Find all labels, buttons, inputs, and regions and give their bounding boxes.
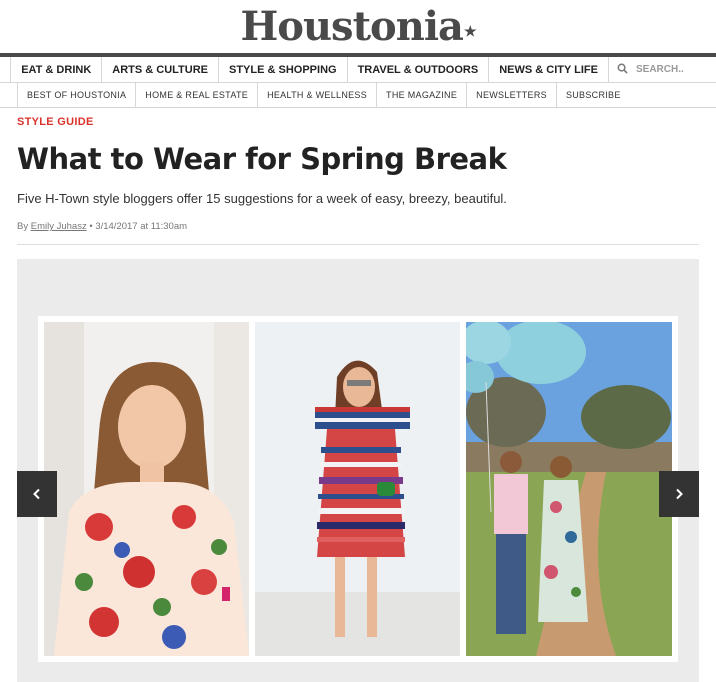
publish-date: 3/14/2017 at 11:30am	[95, 221, 188, 232]
gallery-photo-striped-dress	[255, 322, 460, 656]
nav-spacer	[0, 83, 18, 107]
nav-spacer	[0, 57, 12, 82]
site-logo[interactable]: Houstonia★	[241, 3, 477, 50]
article-kicker[interactable]: STYLE GUIDE	[17, 116, 94, 128]
nav-item-eat-drink[interactable]: EAT & DRINK	[11, 57, 103, 82]
nav-item-home-real-estate[interactable]: HOME & REAL ESTATE	[136, 83, 259, 107]
nav-item-the-magazine[interactable]: THE MAGAZINE	[377, 83, 468, 107]
nav-item-health-wellness[interactable]: HEALTH & WELLNESS	[258, 83, 378, 107]
texas-mark-icon: ★	[463, 24, 477, 40]
primary-nav: EAT & DRINK ARTS & CULTURE STYLE & SHOPP…	[0, 57, 716, 83]
article-byline: By Emily Juhasz • 3/14/2017 at 11:30am	[17, 221, 187, 232]
byline-divider	[17, 244, 699, 245]
nav-item-subscribe[interactable]: SUBSCRIBE	[557, 83, 630, 107]
author-link[interactable]: Emily Juhasz	[31, 221, 87, 232]
article-headline: What to Wear for Spring Break	[17, 142, 507, 176]
search-input[interactable]	[636, 64, 716, 75]
search-icon[interactable]	[617, 61, 628, 79]
gallery-next-button[interactable]	[659, 471, 699, 517]
secondary-nav: BEST OF HOUSTONIA HOME & REAL ESTATE HEA…	[0, 83, 716, 108]
gallery-slide	[38, 316, 678, 662]
gallery-prev-button[interactable]	[17, 471, 57, 517]
search-box[interactable]	[609, 57, 716, 82]
gallery-photo-floral-dress	[44, 322, 249, 656]
nav-item-news-city-life[interactable]: NEWS & CITY LIFE	[489, 57, 609, 82]
article-dek: Five H-Town style bloggers offer 15 sugg…	[17, 191, 507, 206]
byline-separator: •	[89, 221, 93, 232]
nav-item-travel-outdoors[interactable]: TRAVEL & OUTDOORS	[348, 57, 490, 82]
nav-item-style-shopping[interactable]: STYLE & SHOPPING	[219, 57, 348, 82]
site-header: Houstonia★	[0, 0, 716, 54]
nav-item-best-of-houstonia[interactable]: BEST OF HOUSTONIA	[18, 83, 137, 107]
chevron-left-icon	[33, 488, 40, 500]
nav-item-newsletters[interactable]: NEWSLETTERS	[467, 83, 557, 107]
byline-prefix: By	[17, 221, 29, 232]
photo-gallery	[17, 259, 699, 682]
nav-item-arts-culture[interactable]: ARTS & CULTURE	[102, 57, 219, 82]
gallery-photo-couple-balloons	[466, 322, 672, 656]
chevron-right-icon	[676, 488, 683, 500]
